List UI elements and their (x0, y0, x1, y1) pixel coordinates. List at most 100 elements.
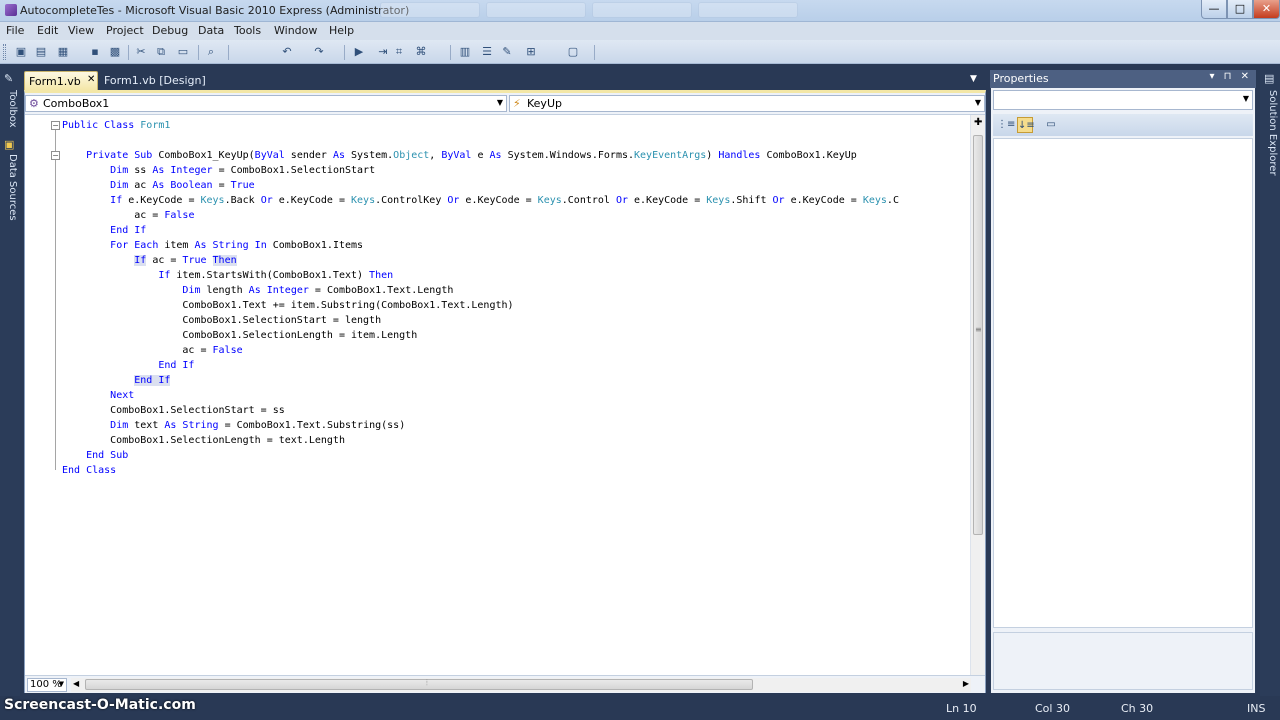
watermark-text: Screencast-O-Matic.com (4, 697, 196, 713)
scroll-grip-icon: ≡ (975, 325, 982, 334)
scroll-right-icon[interactable]: ▶ (963, 679, 969, 688)
property-pages-icon[interactable]: ▭ (1043, 117, 1059, 133)
status-char: Ch 30 (1121, 702, 1154, 715)
horizontal-scrollbar[interactable]: ◀ ⦙ ▶ (71, 678, 971, 692)
chevron-down-icon: ▼ (58, 680, 64, 688)
paste-icon[interactable]: ▭ (176, 45, 190, 59)
menu-debug[interactable]: Debug (152, 24, 188, 37)
open-file-icon[interactable]: ▤ (34, 45, 48, 59)
code-line: If ac = True Then (134, 255, 237, 266)
toolbox-icon[interactable]: ✎ (4, 72, 13, 85)
properties-icon[interactable]: ☰ (480, 45, 494, 59)
standard-toolbar: ▣ ▤ ▦ ▪ ▩ ✂ ⧉ ▭ ⌕ ↶ ↷ ▶ ⇥ ⌗ ⌘ ▥ ☰ ✎ ⊞ ▢ (0, 40, 1280, 64)
tab-label: Form1.vb (29, 75, 81, 88)
code-line: Next (110, 390, 135, 401)
collapse-sub-icon[interactable]: − (51, 151, 60, 160)
scroll-left-icon[interactable]: ◀ (73, 679, 79, 688)
vb-app-icon (5, 4, 17, 16)
comment-icon[interactable]: ⌗ (392, 45, 406, 59)
output-icon[interactable]: ▢ (566, 45, 580, 59)
step-icon[interactable]: ⇥ (376, 45, 390, 59)
close-window-button[interactable]: ✕ (1253, 0, 1280, 19)
event-combo-value: KeyUp (527, 97, 562, 110)
property-description (993, 632, 1253, 690)
code-text-area[interactable]: − − Public Class Form1 Private Sub Combo… (25, 115, 970, 675)
menu-window[interactable]: Window (274, 24, 317, 37)
tab-form1-design[interactable]: Form1.vb [Design] (100, 72, 210, 89)
properties-title: Properties (993, 72, 1049, 85)
toolbox-icon[interactable]: ✎ (500, 45, 514, 59)
menu-bar: File Edit View Project Debug Data Tools Window H… (0, 22, 1280, 40)
new-project-icon[interactable]: ▣ (14, 45, 28, 59)
collapse-class-icon[interactable]: − (51, 121, 60, 130)
document-list-dropdown-icon[interactable]: ▼ (970, 74, 977, 84)
scroll-grip-icon: ⦙ (426, 678, 428, 687)
toolbar-separator (198, 45, 199, 60)
menu-file[interactable]: File (6, 24, 24, 37)
menu-tools[interactable]: Tools (234, 24, 261, 37)
object-icon: ⚙ (29, 97, 39, 110)
vertical-scroll-thumb[interactable] (973, 135, 983, 535)
alphabetical-icon[interactable]: ↓≡ (1017, 117, 1035, 133)
event-combo[interactable]: ⚡ KeyUp ▼ (509, 95, 985, 112)
properties-toolbar: ⋮≡ ↓≡ ▭ (993, 114, 1253, 136)
menu-view[interactable]: View (68, 24, 94, 37)
zoom-value: 100 % (30, 679, 62, 690)
background-taskbar-ghost (380, 2, 860, 20)
solution-explorer-icon[interactable]: ▤ (1264, 72, 1274, 85)
menu-edit[interactable]: Edit (37, 24, 58, 37)
code-line: ComboBox1.SelectionStart = length (62, 315, 382, 326)
save-icon[interactable]: ▪ (88, 45, 102, 59)
maximize-button[interactable]: □ (1227, 0, 1253, 19)
close-tab-icon[interactable]: ✕ (87, 74, 95, 85)
properties-header: Properties ▾ ⊓ ✕ (990, 70, 1256, 88)
toolbar-separator (344, 45, 345, 60)
code-line: Dim text As String = ComboBox1.Text.Subs… (110, 420, 406, 431)
uncomment-icon[interactable]: ⌘ (414, 45, 428, 59)
code-line: End If (134, 375, 171, 386)
cut-icon[interactable]: ✂ (134, 45, 148, 59)
data-sources-icon[interactable]: ▣ (4, 138, 14, 151)
tab-form1-vb[interactable]: Form1.vb ✕ (24, 71, 98, 90)
copy-icon[interactable]: ⧉ (154, 45, 168, 59)
horizontal-scroll-thumb[interactable]: ⦙ (85, 678, 753, 690)
panel-controls[interactable]: ▾ ⊓ ✕ (1209, 71, 1252, 82)
properties-panel: Properties ▾ ⊓ ✕ ▼ ⋮≡ ↓≡ ▭ (990, 70, 1256, 693)
menu-help[interactable]: Help (329, 24, 354, 37)
categorized-icon[interactable]: ⋮≡ (997, 117, 1015, 133)
solution-explorer-icon[interactable]: ▥ (458, 45, 472, 59)
navigation-bar: ⚙ ComboBox1 ▼ ⚡ KeyUp ▼ (25, 93, 985, 115)
vertical-scrollbar[interactable]: ✚ ≡ (970, 115, 985, 675)
code-line: Dim length As Integer = ComboBox1.Text.L… (182, 285, 454, 296)
object-combo-value: ComboBox1 (43, 97, 110, 110)
find-icon[interactable]: ⌕ (204, 45, 218, 59)
toolbar-grip[interactable] (3, 44, 6, 60)
editor-bottom-bar: 100 % ▼ ◀ ⦙ ▶ (25, 675, 985, 693)
right-dock-strip: ▤ Solution Explorer (1260, 64, 1280, 696)
zoom-select[interactable]: 100 % ▼ (27, 678, 67, 692)
menu-project[interactable]: Project (106, 24, 144, 37)
undo-icon[interactable]: ↶ (280, 45, 294, 59)
add-item-icon[interactable]: ▦ (56, 45, 70, 59)
chevron-down-icon: ▼ (1242, 94, 1249, 103)
property-grid[interactable] (993, 138, 1253, 628)
code-line: End If (158, 360, 195, 371)
toolbox-tab[interactable]: Toolbox (2, 90, 18, 128)
save-all-icon[interactable]: ▩ (108, 45, 122, 59)
data-sources-tab[interactable]: Data Sources (2, 154, 18, 221)
chevron-down-icon: ▼ (496, 98, 503, 107)
splitter-icon[interactable]: ✚ (974, 117, 982, 128)
properties-object-select[interactable]: ▼ (993, 90, 1253, 110)
code-line: Public Class Form1 (62, 120, 171, 131)
menu-data[interactable]: Data (198, 24, 224, 37)
start-debug-icon[interactable]: ▶ (352, 45, 366, 59)
status-bar: Screencast-O-Matic.com Ln 10 Col 30 Ch 3… (0, 696, 1280, 720)
minimize-button[interactable]: — (1201, 0, 1227, 19)
solution-explorer-tab[interactable]: Solution Explorer (1262, 90, 1278, 176)
code-line: ComboBox1.SelectionLength = item.Length (62, 330, 418, 341)
title-bar: AutocompleteTes - Microsoft Visual Basic… (0, 0, 1280, 22)
redo-icon[interactable]: ↷ (312, 45, 326, 59)
object-combo[interactable]: ⚙ ComboBox1 ▼ (25, 95, 507, 112)
object-browser-icon[interactable]: ⊞ (524, 45, 538, 59)
outline-gutter (25, 115, 55, 675)
